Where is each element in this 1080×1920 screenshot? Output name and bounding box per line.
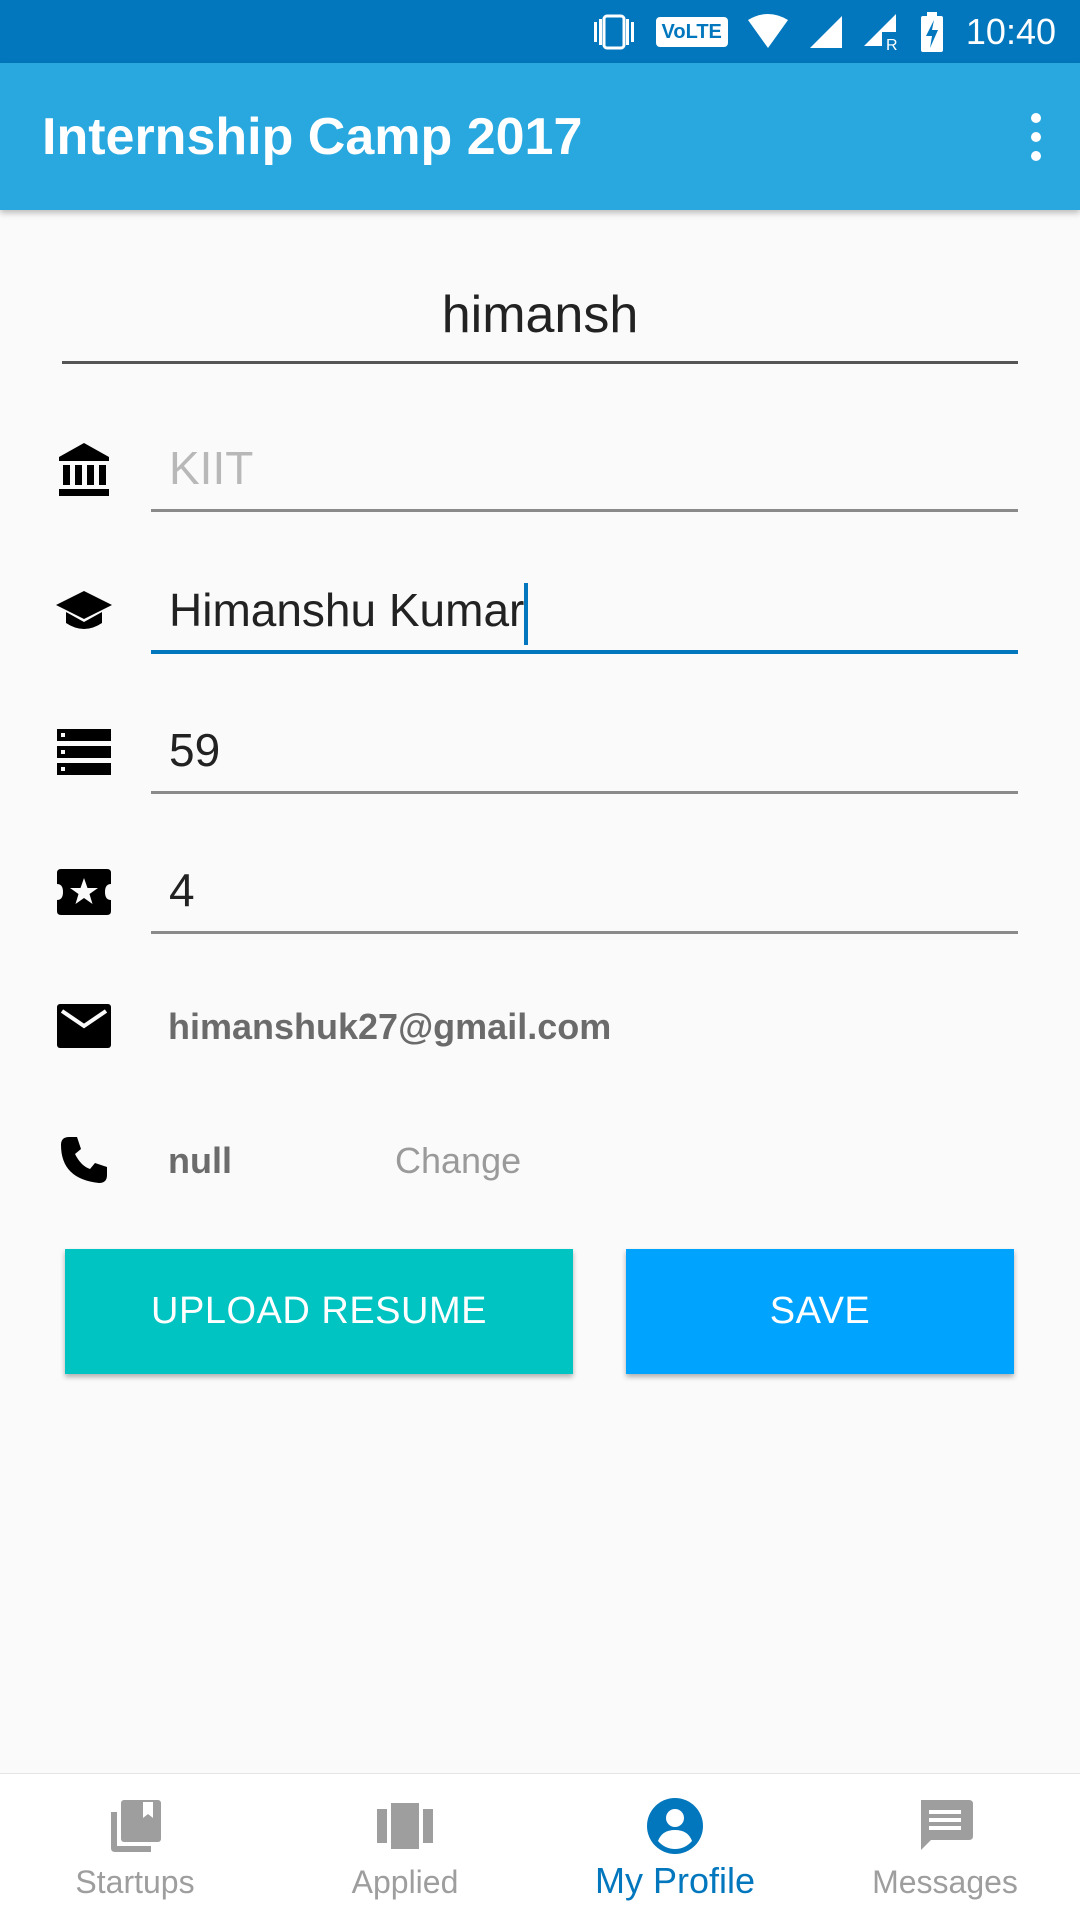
nav-label-messages: Messages xyxy=(872,1864,1018,1900)
svg-text:R: R xyxy=(886,37,898,52)
name-input[interactable]: himansh xyxy=(62,280,1018,364)
list-icon xyxy=(52,720,116,784)
email-text: himanshuk27@gmail.com xyxy=(168,1006,612,1047)
rating-row: 4 xyxy=(0,842,1080,942)
email-row: himanshuk27@gmail.com xyxy=(0,980,1080,1080)
phone-icon xyxy=(52,1128,116,1192)
star-ticket-icon xyxy=(52,860,116,924)
nav-item-my-profile[interactable]: My Profile xyxy=(540,1774,810,1920)
nav-item-messages[interactable]: Messages xyxy=(810,1774,1080,1920)
graduation-cap-icon xyxy=(52,580,116,644)
phone-text: null xyxy=(168,1140,232,1181)
library-books-icon xyxy=(105,1796,165,1856)
account-circle-icon xyxy=(645,1796,705,1856)
view-carousel-icon xyxy=(375,1796,435,1856)
nav-label-startups: Startups xyxy=(75,1864,195,1900)
course-input[interactable]: Himanshu Kumar xyxy=(151,574,1018,654)
signal-roaming-icon: R xyxy=(862,12,902,52)
nav-item-applied[interactable]: Applied xyxy=(270,1774,540,1920)
mail-icon xyxy=(52,994,116,1058)
vibrate-icon xyxy=(590,12,638,52)
nav-label-applied: Applied xyxy=(351,1864,459,1900)
volte-badge: VoLTE xyxy=(655,16,728,47)
signal-icon xyxy=(808,14,844,50)
text-cursor xyxy=(524,582,529,645)
battery-charging-icon xyxy=(920,11,944,52)
clock: 10:40 xyxy=(965,10,1056,52)
save-button[interactable]: SAVE xyxy=(626,1249,1014,1374)
upload-resume-button[interactable]: UPLOAD RESUME xyxy=(65,1249,573,1374)
score-row: 59 xyxy=(0,702,1080,802)
nav-label-my-profile: My Profile xyxy=(594,1860,756,1901)
more-vert-icon[interactable] xyxy=(1016,107,1056,167)
change-phone-link[interactable]: Change xyxy=(395,1140,521,1182)
nav-item-startups[interactable]: Startups xyxy=(0,1774,270,1920)
message-icon xyxy=(915,1796,975,1856)
bank-icon xyxy=(52,438,116,502)
course-value: Himanshu Kumar xyxy=(169,584,525,636)
app-bar: Internship Camp 2017 xyxy=(0,63,1080,210)
college-input[interactable]: KIIT xyxy=(151,432,1018,512)
bottom-navigation: Startups Applied My Profile Messages xyxy=(0,1773,1080,1920)
score-input[interactable]: 59 xyxy=(151,714,1018,794)
phone-row: null Change xyxy=(0,1110,1080,1210)
app-title: Internship Camp 2017 xyxy=(42,107,583,166)
course-row: Himanshu Kumar xyxy=(0,562,1080,662)
rating-input[interactable]: 4 xyxy=(151,854,1018,934)
status-bar: VoLTE R 10:40 xyxy=(0,0,1080,63)
wifi-icon xyxy=(746,13,790,50)
college-row: KIIT xyxy=(0,420,1080,520)
